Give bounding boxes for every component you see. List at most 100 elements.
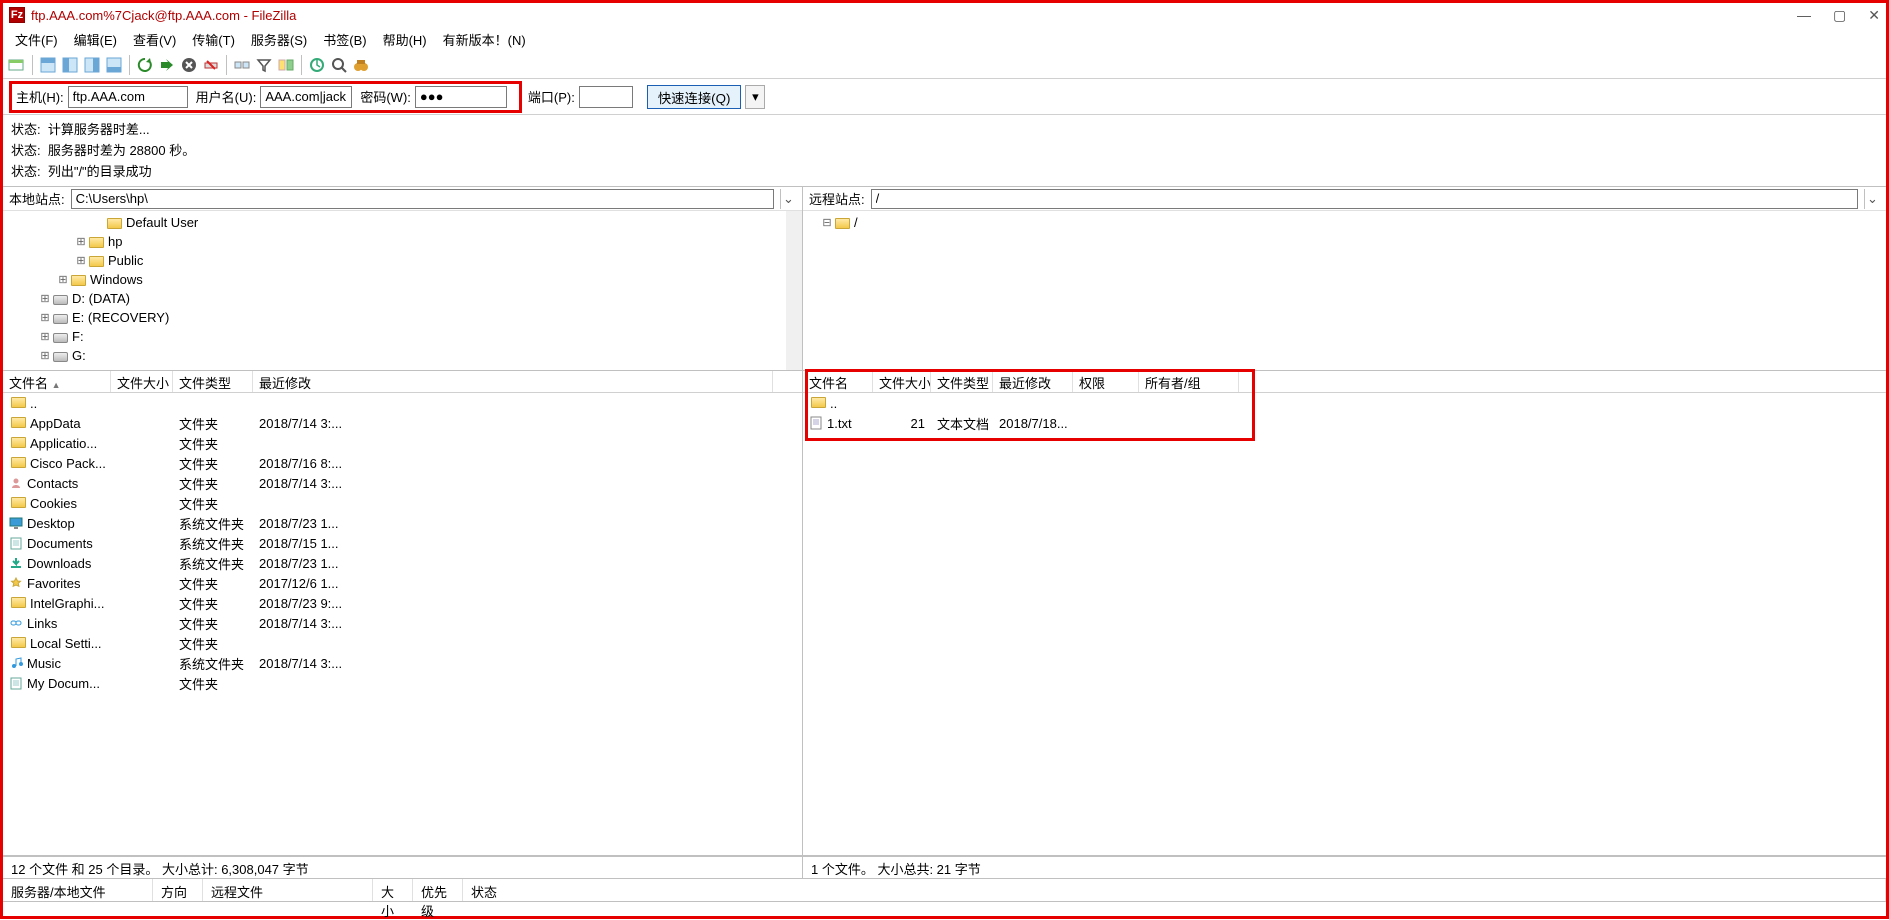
search-icon[interactable] — [329, 55, 349, 75]
username-input[interactable] — [260, 86, 352, 108]
file-type: 系统文件夹 — [173, 554, 253, 573]
qcol-dir[interactable]: 方向 — [153, 879, 203, 901]
expander-icon[interactable]: ⊞ — [75, 235, 87, 248]
menu-bookmarks[interactable]: 书签(B) — [315, 28, 374, 51]
local-file-list[interactable]: 文件名 ▲ 文件大小 文件类型 最近修改 ..AppData文件夹2018/7/… — [3, 371, 802, 855]
rcol-mod[interactable]: 最近修改 — [993, 371, 1073, 392]
tree-item[interactable]: ⊞F: — [3, 327, 802, 346]
list-item[interactable]: Links文件夹2018/7/14 3:... — [3, 613, 802, 633]
menu-file[interactable]: 文件(F) — [7, 28, 66, 51]
quickconnect-dropdown[interactable]: ▾ — [745, 85, 765, 109]
remote-file-list[interactable]: 文件名 文件大小 文件类型 最近修改 权限 所有者/组 ..1.txt21文本文… — [803, 371, 1886, 855]
minimize-button[interactable]: — — [1797, 7, 1811, 24]
menu-newversion[interactable]: 有新版本！(N) — [435, 28, 534, 51]
list-item[interactable]: .. — [3, 393, 802, 413]
password-input[interactable] — [415, 86, 507, 108]
list-item[interactable]: IntelGraphi...文件夹2018/7/23 9:... — [3, 593, 802, 613]
list-item[interactable]: Cisco Pack...文件夹2018/7/16 8:... — [3, 453, 802, 473]
close-button[interactable]: ✕ — [1868, 7, 1880, 24]
tree-item[interactable]: ⊞E: (RECOVERY) — [3, 308, 802, 327]
toggle-queue-icon[interactable] — [104, 55, 124, 75]
local-tree[interactable]: Default User⊞hp⊞Public⊞Windows⊞D: (DATA)… — [3, 211, 802, 371]
local-path-input[interactable] — [71, 189, 774, 209]
expander-icon[interactable]: ⊞ — [39, 311, 51, 324]
expander-icon[interactable]: ⊞ — [39, 349, 51, 362]
rcol-name[interactable]: 文件名 — [803, 371, 873, 392]
rcol-perm[interactable]: 权限 — [1073, 371, 1139, 392]
local-site-row: 本地站点: ⌄ — [3, 187, 802, 211]
file-type: 文件夹 — [173, 574, 253, 593]
qcol-server[interactable]: 服务器/本地文件 — [3, 879, 153, 901]
reconnect-icon[interactable] — [232, 55, 252, 75]
tree-label: / — [854, 215, 858, 230]
list-item[interactable]: 1.txt21文本文档2018/7/18... — [803, 413, 1886, 433]
compare-icon[interactable] — [276, 55, 296, 75]
col-type[interactable]: 文件类型 — [173, 371, 253, 392]
sync-browse-icon[interactable] — [307, 55, 327, 75]
filter-icon[interactable] — [254, 55, 274, 75]
remote-path-input[interactable] — [871, 189, 1858, 209]
local-pane: 本地站点: ⌄ Default User⊞hp⊞Public⊞Windows⊞D… — [3, 187, 803, 855]
local-tree-scrollbar[interactable] — [786, 211, 802, 370]
list-item[interactable]: Downloads系统文件夹2018/7/23 1... — [3, 553, 802, 573]
menu-view[interactable]: 查看(V) — [125, 28, 184, 51]
list-item[interactable]: .. — [803, 393, 1886, 413]
transfer-queue-body[interactable] — [3, 902, 1886, 916]
site-manager-icon[interactable] — [7, 55, 27, 75]
rcol-size[interactable]: 文件大小 — [873, 371, 931, 392]
remote-path-dropdown[interactable]: ⌄ — [1864, 189, 1880, 209]
qcol-prio[interactable]: 优先级 — [413, 879, 463, 901]
rcol-own[interactable]: 所有者/组 — [1139, 371, 1239, 392]
tree-item[interactable]: ⊞D: (DATA) — [3, 289, 802, 308]
list-item[interactable]: Local Setti...文件夹 — [3, 633, 802, 653]
list-item[interactable]: Desktop系统文件夹2018/7/23 1... — [3, 513, 802, 533]
col-mod[interactable]: 最近修改 — [253, 371, 773, 392]
binoculars-icon[interactable] — [351, 55, 371, 75]
expander-icon[interactable]: ⊞ — [75, 254, 87, 267]
tree-item[interactable]: ⊞Windows — [3, 270, 802, 289]
cancel-icon[interactable] — [179, 55, 199, 75]
qcol-remote[interactable]: 远程文件 — [203, 879, 373, 901]
tree-item[interactable]: ⊞Public — [3, 251, 802, 270]
col-size[interactable]: 文件大小 — [111, 371, 173, 392]
remote-tree[interactable]: ⊟/ — [803, 211, 1886, 371]
list-item[interactable]: Documents系统文件夹2018/7/15 1... — [3, 533, 802, 553]
menu-transfer[interactable]: 传输(T) — [184, 28, 243, 51]
message-log[interactable]: 状态: 计算服务器时差... 状态: 服务器时差为 28800 秒。 状态: 列… — [3, 115, 1886, 187]
tree-item[interactable]: Default User — [3, 213, 802, 232]
file-type: 文件夹 — [173, 614, 253, 633]
tree-item[interactable]: ⊞hp — [3, 232, 802, 251]
qcol-size[interactable]: 大小 — [373, 879, 413, 901]
list-item[interactable]: Contacts文件夹2018/7/14 3:... — [3, 473, 802, 493]
list-item[interactable]: Cookies文件夹 — [3, 493, 802, 513]
list-item[interactable]: AppData文件夹2018/7/14 3:... — [3, 413, 802, 433]
process-queue-icon[interactable] — [157, 55, 177, 75]
local-path-dropdown[interactable]: ⌄ — [780, 189, 796, 209]
qcol-status[interactable]: 状态 — [463, 879, 1886, 901]
refresh-icon[interactable] — [135, 55, 155, 75]
tree-item[interactable]: ⊞G: — [3, 346, 802, 365]
disconnect-icon[interactable] — [201, 55, 221, 75]
tree-item[interactable]: ⊟/ — [803, 213, 1886, 232]
host-input[interactable] — [68, 86, 188, 108]
log-line: 状态: 计算服务器时差... — [11, 119, 1878, 140]
maximize-button[interactable]: ▢ — [1833, 7, 1846, 24]
quickconnect-button[interactable]: 快速连接(Q) — [647, 85, 742, 109]
port-input[interactable] — [579, 86, 633, 108]
toggle-local-tree-icon[interactable] — [60, 55, 80, 75]
expander-icon[interactable]: ⊞ — [39, 292, 51, 305]
rcol-type[interactable]: 文件类型 — [931, 371, 993, 392]
toggle-remote-tree-icon[interactable] — [82, 55, 102, 75]
toggle-log-icon[interactable] — [38, 55, 58, 75]
expander-icon[interactable]: ⊞ — [57, 273, 69, 286]
menu-help[interactable]: 帮助(H) — [375, 28, 435, 51]
list-item[interactable]: My Docum...文件夹 — [3, 673, 802, 693]
expander-icon[interactable]: ⊟ — [821, 216, 833, 229]
menu-server[interactable]: 服务器(S) — [243, 28, 315, 51]
expander-icon[interactable]: ⊞ — [39, 330, 51, 343]
file-type: 文件夹 — [173, 454, 253, 473]
list-item[interactable]: Applicatio...文件夹 — [3, 433, 802, 453]
list-item[interactable]: Music系统文件夹2018/7/14 3:... — [3, 653, 802, 673]
list-item[interactable]: Favorites文件夹2017/12/6 1... — [3, 573, 802, 593]
menu-edit[interactable]: 编辑(E) — [66, 28, 125, 51]
